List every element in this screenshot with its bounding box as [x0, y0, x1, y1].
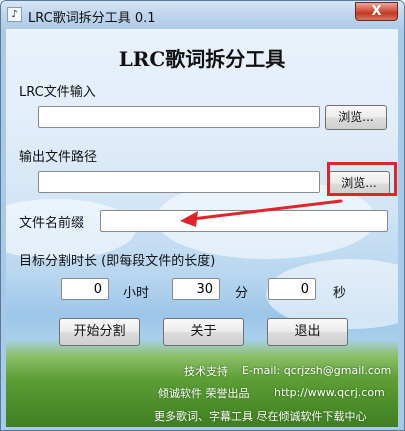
title-bar[interactable]: ♪ LRC歌词拆分工具 0.1 X — [1, 1, 404, 29]
footer-brand: 倾诚软件 荣誉出品 — [158, 387, 250, 400]
start-split-button[interactable]: 开始分割 — [59, 318, 140, 346]
lrc-browse-button[interactable]: 浏览... — [325, 105, 387, 130]
minutes-unit-label: 分 — [235, 286, 249, 301]
page-title: LRC歌词拆分工具 — [118, 47, 286, 71]
window-title: LRC歌词拆分工具 0.1 — [28, 11, 156, 26]
minutes-input[interactable] — [173, 279, 219, 299]
duration-label: 目标分割时长 (即每段文件的长度) — [19, 254, 216, 269]
hours-input[interactable] — [62, 279, 108, 299]
footer-email[interactable]: E-mail: qcrjzsh@gmail.com — [242, 364, 391, 377]
prefix-label: 文件名前缀 — [19, 216, 85, 231]
seconds-unit-label: 秒 — [333, 286, 347, 301]
seconds-field[interactable] — [268, 278, 316, 300]
arrow-head — [180, 211, 198, 227]
close-button[interactable]: X — [355, 2, 398, 21]
footer-support-label: 技术支持 — [184, 365, 228, 378]
app-window: ♪ LRC歌词拆分工具 0.1 X LRC歌词拆分工具 LRC文件输入 浏览..… — [0, 0, 405, 431]
arrow-annotation — [180, 199, 343, 227]
output-path-field[interactable] — [38, 171, 320, 193]
exit-button[interactable]: 退出 — [267, 318, 348, 346]
lrc-input-label: LRC文件输入 — [19, 85, 96, 100]
lrc-input-text[interactable] — [39, 107, 319, 127]
highlight-box — [327, 162, 397, 196]
output-path-label: 输出文件路径 — [19, 150, 98, 165]
about-button[interactable]: 关于 — [163, 318, 244, 346]
footer-url[interactable]: http://www.qcrj.com — [274, 386, 385, 399]
footer-more[interactable]: 更多歌词、字幕工具 尽在倾诚软件下载中心 — [154, 408, 367, 424]
hours-unit-label: 小时 — [123, 286, 150, 301]
seconds-input[interactable] — [269, 279, 315, 299]
hours-field[interactable] — [61, 278, 109, 300]
arrow-shaft — [190, 199, 343, 221]
lrc-input-field[interactable] — [38, 106, 320, 128]
minutes-field[interactable] — [172, 278, 220, 300]
main-panel: LRC歌词拆分工具 LRC文件输入 浏览... 输出文件路径 浏览... 文件名… — [6, 29, 398, 427]
music-note-icon: ♪ — [7, 7, 22, 22]
output-path-text[interactable] — [39, 172, 319, 192]
